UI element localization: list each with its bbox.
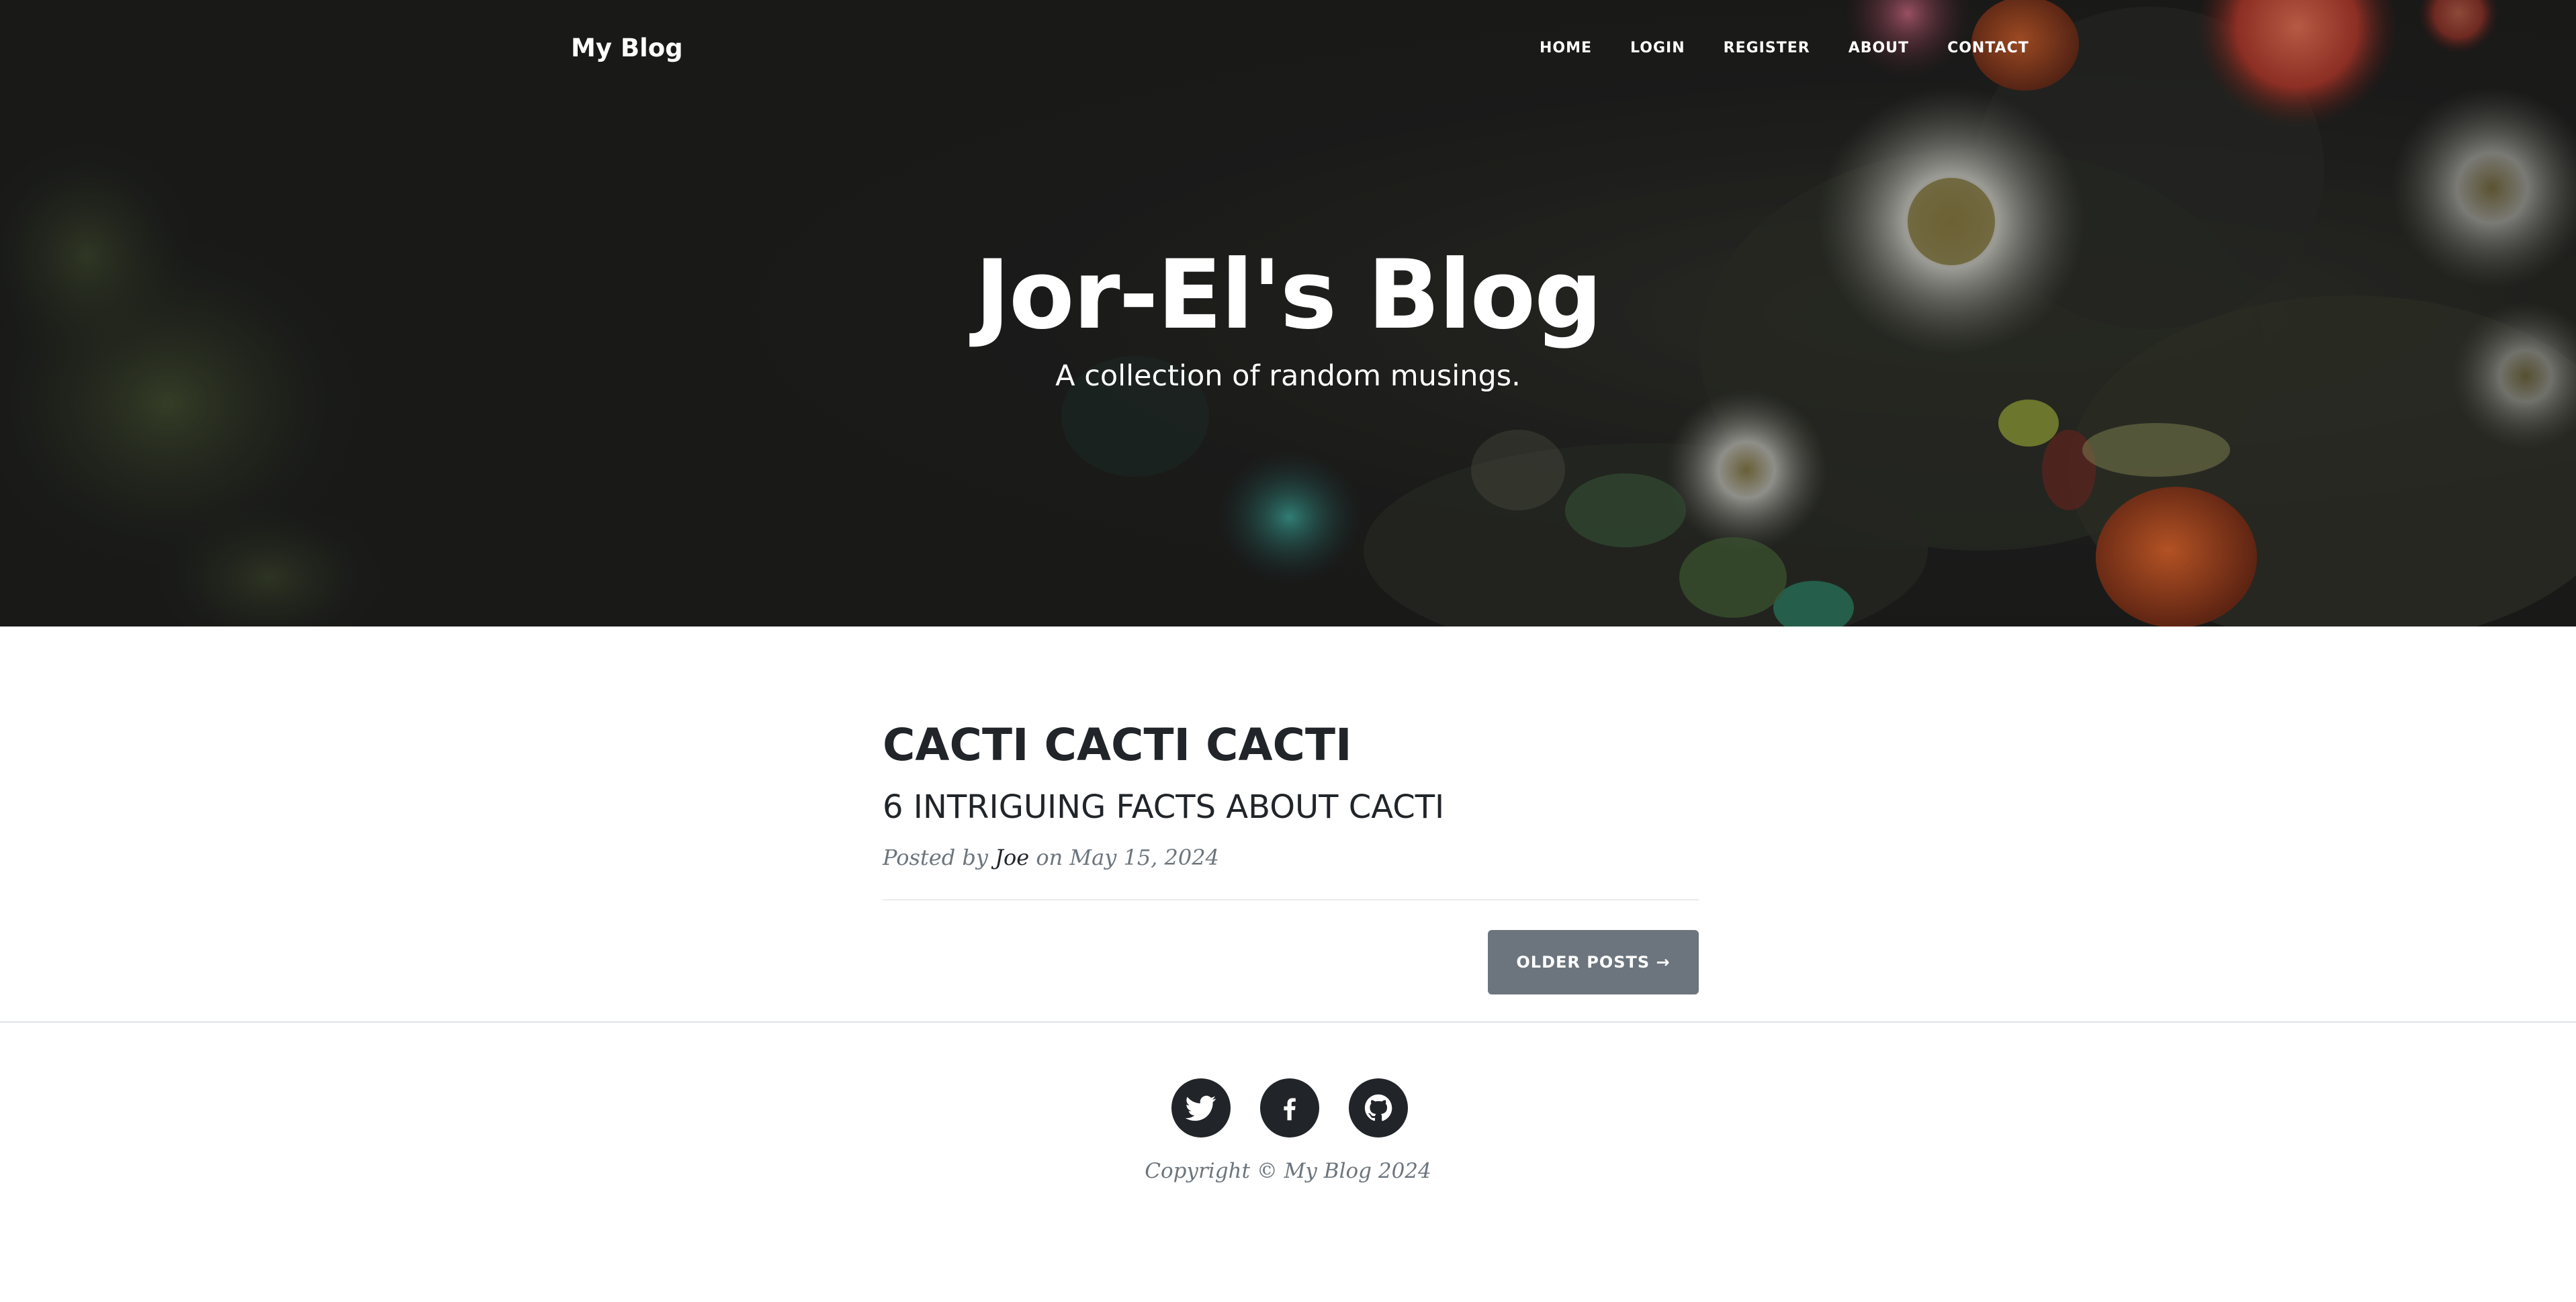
main-nav: HOME LOGIN REGISTER ABOUT CONTACT [1540, 38, 2029, 59]
post-date: on May 15, 2024 [1036, 845, 1219, 870]
site-subheading: A collection of random musings. [1055, 359, 1521, 393]
nav-link-home[interactable]: HOME [1540, 38, 1592, 59]
copyright-text: Copyright © My Blog 2024 [1145, 1159, 1431, 1183]
facebook-icon [1284, 1098, 1296, 1121]
nav-link-contact[interactable]: CONTACT [1947, 38, 2029, 59]
nav-link-about[interactable]: ABOUT [1849, 38, 1909, 59]
nav-link-register[interactable]: REGISTER [1724, 38, 1810, 59]
post-preview: CACTI CACTI CACTI 6 INTRIGUING FACTS ABO… [883, 713, 1699, 873]
github-icon [1364, 1094, 1392, 1121]
social-links [1171, 1078, 1408, 1137]
site-heading: Jor-El's Blog [975, 240, 1603, 351]
github-link[interactable] [1349, 1078, 1408, 1137]
post-author-link[interactable]: Joe [995, 845, 1029, 870]
post-meta-prefix: Posted by [883, 845, 988, 870]
post-meta: Posted by Joe on May 15, 2024 [883, 842, 1699, 873]
facebook-link[interactable] [1260, 1078, 1319, 1137]
nav-link-login[interactable]: LOGIN [1630, 38, 1685, 59]
navbar-brand[interactable]: My Blog [571, 32, 683, 64]
older-posts-button[interactable]: OLDER POSTS → [1488, 930, 1699, 994]
post-divider [883, 899, 1699, 900]
footer-divider [0, 1021, 2576, 1023]
twitter-link[interactable] [1171, 1078, 1231, 1137]
twitter-icon [1186, 1095, 1216, 1121]
post-title[interactable]: CACTI CACTI CACTI [883, 713, 1699, 778]
masthead: My Blog HOME LOGIN REGISTER ABOUT CONTAC… [0, 0, 2576, 626]
post-subtitle[interactable]: 6 INTRIGUING FACTS ABOUT CACTI [883, 786, 1699, 829]
